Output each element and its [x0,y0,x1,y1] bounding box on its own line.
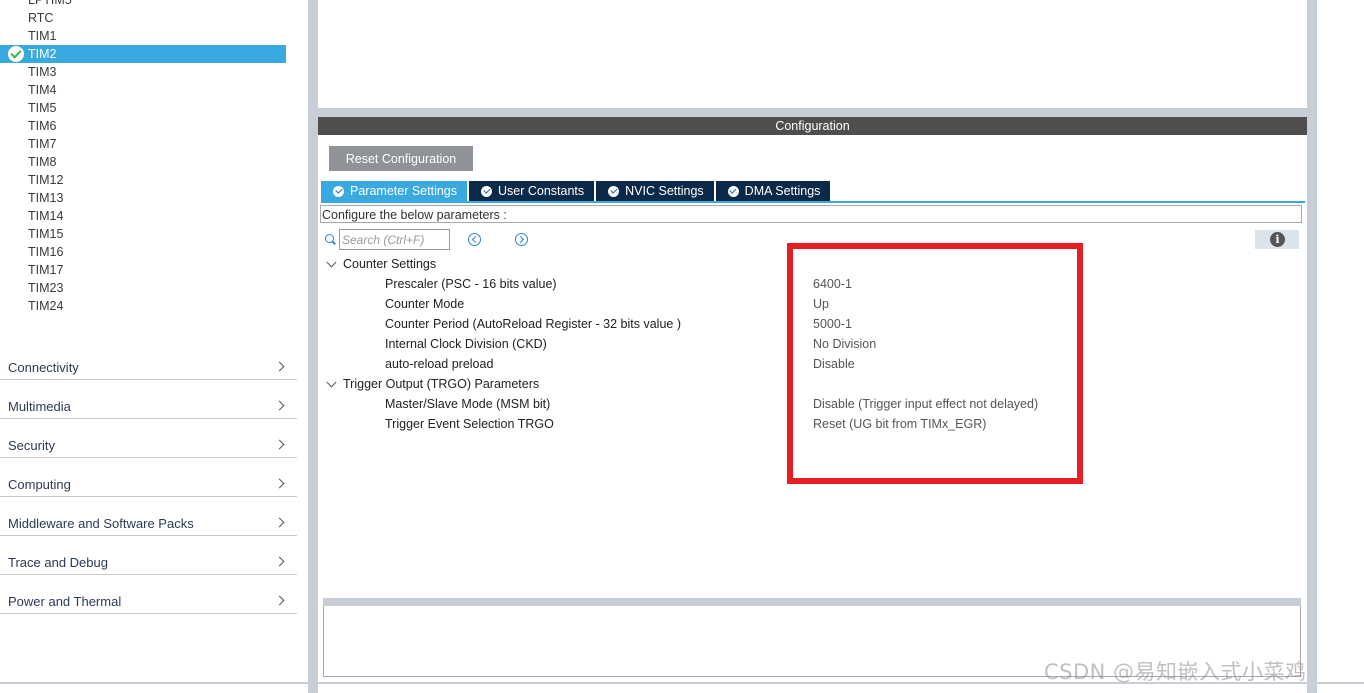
param-name: Master/Slave Mode (MSM bit) [385,397,551,411]
tree-item-tim8[interactable]: TIM8 [0,153,300,171]
tree-item-label: TIM2 [28,47,57,61]
chevron-right-icon [274,361,285,372]
pane-splitter[interactable] [308,0,318,693]
tree-item-tim13[interactable]: TIM13 [0,189,300,207]
tab-label: DMA Settings [744,184,821,198]
tab-parameter-settings[interactable]: Parameter Settings [321,181,467,201]
check-circle-icon [608,185,620,197]
group-trgo-parameters[interactable]: Trigger Output (TRGO) Parameters [343,374,539,394]
panel-splitter[interactable] [323,598,1301,606]
configuration-header: Configuration [318,117,1307,135]
tree-item-lptim5[interactable]: LPTIM5 [0,0,300,9]
tab-user-constants[interactable]: User Constants [469,181,595,201]
tree-item-tim1[interactable]: TIM1 [0,27,300,45]
highlight-annotation-box [787,243,1083,484]
tree-item-tim12[interactable]: TIM12 [0,171,300,189]
left-panel: LPTIM5 RTC TIM1 TIM2 TIM3 TIM4 TIM5 TIM6… [0,0,308,693]
category-label: Multimedia [8,399,71,414]
param-name: auto-reload preload [385,357,494,371]
category-multimedia[interactable]: Multimedia [0,380,297,419]
tree-item-tim17[interactable]: TIM17 [0,261,300,279]
param-name: Internal Clock Division (CKD) [385,337,547,351]
category-list: Connectivity Multimedia Security Computi… [0,341,297,614]
chevron-right-icon [274,439,285,450]
info-icon: i [1270,232,1285,247]
next-match-icon[interactable] [515,233,528,246]
tab-dma-settings[interactable]: DMA Settings [715,181,831,201]
check-circle-icon [481,185,492,197]
tab-nvic-settings[interactable]: NVIC Settings [596,181,714,201]
reset-configuration-button[interactable]: Reset Configuration [329,146,473,171]
param-name: Counter Mode [385,297,465,311]
previous-match-icon[interactable] [468,233,481,246]
tab-underline [321,201,1305,203]
param-name: Counter Period (AutoReload Register - 32… [385,317,681,331]
tree-item-tim14[interactable]: TIM14 [0,207,300,225]
scrollbar-track[interactable] [1307,0,1317,693]
tab-label: NVIC Settings [625,184,704,198]
category-trace-debug[interactable]: Trace and Debug [0,536,297,575]
chevron-right-icon [274,400,285,411]
mode-panel [318,0,1307,108]
tree-item-tim7[interactable]: TIM7 [0,135,300,153]
tree-item-tim23[interactable]: TIM23 [0,279,300,297]
tab-label: User Constants [498,184,585,198]
category-label: Computing [8,477,71,492]
tree-item-tim3[interactable]: TIM3 [0,63,300,81]
category-computing[interactable]: Computing [0,458,297,497]
chevron-right-icon [274,595,285,606]
category-label: Trace and Debug [8,555,108,570]
right-panel: Configuration Reset Configuration Parame… [318,0,1364,693]
check-circle-icon [727,185,739,197]
param-name: Prescaler (PSC - 16 bits value) [385,277,557,291]
tree-item-tim4[interactable]: TIM4 [0,81,300,99]
tab-label: Parameter Settings [350,184,457,198]
chevron-down-icon[interactable] [326,377,337,388]
group-counter-settings[interactable]: Counter Settings [343,254,436,274]
timer-list: LPTIM5 RTC TIM1 TIM2 TIM3 TIM4 TIM5 TIM6… [0,0,300,315]
instructions-text: Configure the below parameters : [320,205,1302,223]
info-button[interactable]: i [1255,230,1299,249]
chevron-down-icon[interactable] [326,257,337,268]
category-label: Middleware and Software Packs [8,516,194,531]
category-power-thermal[interactable]: Power and Thermal [0,575,297,614]
watermark-text: CSDN @易知嵌入式小菜鸡 [1044,660,1307,684]
search-icon [325,234,334,243]
tree-item-tim2[interactable]: TIM2 [0,45,286,63]
tree-item-rtc[interactable]: RTC [0,9,300,27]
panel-splitter[interactable] [318,108,1307,117]
category-label: Power and Thermal [8,594,122,609]
chevron-right-icon [274,517,285,528]
category-security[interactable]: Security [0,419,297,458]
chevron-right-icon [274,478,285,489]
category-middleware[interactable]: Middleware and Software Packs [0,497,297,536]
tree-item-tim24[interactable]: TIM24 [0,297,300,315]
tree-item-tim6[interactable]: TIM6 [0,117,300,135]
tree-item-tim5[interactable]: TIM5 [0,99,300,117]
tab-bar: Parameter Settings User Constants NVIC S… [321,181,832,201]
check-circle-icon [333,185,344,197]
category-label: Security [8,438,55,453]
category-label: Connectivity [8,360,79,375]
param-name: Trigger Event Selection TRGO [385,417,554,431]
chevron-right-icon [274,556,285,567]
tree-item-tim15[interactable]: TIM15 [0,225,300,243]
tree-item-tim16[interactable]: TIM16 [0,243,300,261]
search-input[interactable] [339,229,450,250]
check-circle-icon [8,46,24,62]
category-connectivity[interactable]: Connectivity [0,341,297,380]
